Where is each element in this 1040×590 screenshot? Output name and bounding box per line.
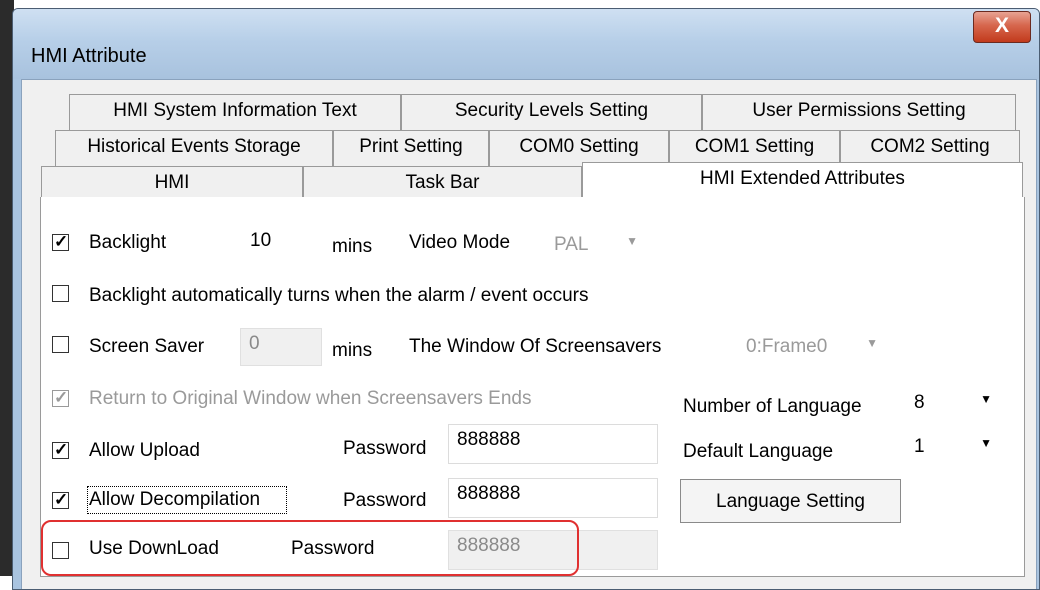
- tab-label: COM1 Setting: [694, 136, 815, 157]
- tab-hmi[interactable]: HMI: [41, 166, 303, 198]
- chevron-down-icon: ▼: [980, 436, 992, 450]
- tab-label: User Permissions Setting: [752, 100, 966, 121]
- tab-historical-events-storage[interactable]: Historical Events Storage: [55, 130, 333, 166]
- tab-hmi-system-information-text[interactable]: HMI System Information Text: [69, 94, 401, 130]
- tab-label: HMI System Information Text: [113, 100, 357, 121]
- allow-upload-password-input[interactable]: 888888: [448, 424, 658, 464]
- return-original-label: Return to Original Window when Screensav…: [89, 388, 532, 409]
- default-language-select[interactable]: 1 ▼: [906, 432, 998, 468]
- tab-print-setting[interactable]: Print Setting: [333, 130, 489, 166]
- tab-com0-setting[interactable]: COM0 Setting: [489, 130, 669, 166]
- tab-label: HMI: [154, 172, 190, 193]
- screen-saver-checkbox[interactable]: [52, 336, 69, 353]
- language-setting-button[interactable]: Language Setting: [680, 479, 901, 523]
- number-of-language-select[interactable]: 8 ▼: [906, 388, 998, 424]
- number-of-language-label: Number of Language: [683, 396, 862, 417]
- default-language-value: 1: [914, 436, 925, 457]
- checkmark-icon: ✓: [54, 490, 69, 509]
- backlight-alarm-checkbox[interactable]: [52, 285, 69, 302]
- allow-decompilation-checkbox[interactable]: ✓: [52, 490, 69, 509]
- backlight-unit-label: mins: [332, 236, 373, 257]
- tab-label: COM2 Setting: [870, 136, 990, 157]
- window-title: HMI Attribute: [31, 45, 147, 67]
- chevron-down-icon: ▼: [626, 234, 638, 248]
- tab-label: COM0 Setting: [519, 136, 639, 157]
- tab-label: Security Levels Setting: [454, 100, 649, 121]
- allow-upload-checkbox[interactable]: ✓: [52, 440, 69, 459]
- screen-saver-unit-label: mins: [332, 340, 373, 361]
- tab-label: Historical Events Storage: [87, 136, 301, 157]
- backlight-minutes-input[interactable]: 10: [242, 226, 322, 262]
- close-icon: X: [994, 14, 1009, 37]
- screensaver-window-value: 0:Frame0: [746, 336, 828, 357]
- chevron-down-icon: ▼: [866, 336, 878, 350]
- tab-com1-setting[interactable]: COM1 Setting: [669, 130, 840, 166]
- backlight-alarm-label: Backlight automatically turns when the a…: [89, 285, 589, 306]
- chevron-down-icon: ▼: [980, 392, 992, 406]
- checkmark-icon: ✓: [54, 388, 69, 407]
- video-mode-select[interactable]: PAL ▼: [546, 230, 644, 264]
- number-of-language-value: 8: [914, 392, 925, 413]
- tab-label: Task Bar: [405, 172, 480, 193]
- allow-decompilation-label: Allow Decompilation: [89, 489, 261, 510]
- tab-label: Print Setting: [359, 136, 463, 157]
- close-button[interactable]: X: [973, 11, 1031, 43]
- video-mode-value: PAL: [554, 234, 589, 255]
- tab-task-bar[interactable]: Task Bar: [303, 166, 582, 198]
- tab-label: HMI Extended Attributes: [700, 168, 905, 189]
- allow-upload-label: Allow Upload: [89, 440, 200, 461]
- tab-hmi-extended-attributes[interactable]: HMI Extended Attributes: [582, 162, 1023, 198]
- title-bar: HMI Attribute X: [13, 9, 1039, 79]
- checkmark-icon: ✓: [54, 232, 69, 251]
- tab-security-levels-setting[interactable]: Security Levels Setting: [401, 94, 702, 130]
- tab-com2-setting[interactable]: COM2 Setting: [840, 130, 1020, 166]
- allow-decompilation-password-input[interactable]: 888888: [448, 478, 658, 518]
- screensaver-window-label: The Window Of Screensavers: [409, 336, 662, 357]
- screen-saver-minutes-input[interactable]: 0: [240, 328, 322, 366]
- tab-user-permissions-setting[interactable]: User Permissions Setting: [702, 94, 1016, 130]
- backlight-checkbox[interactable]: ✓: [52, 232, 69, 251]
- screen-saver-label: Screen Saver: [89, 336, 205, 357]
- return-original-checkbox[interactable]: ✓: [52, 388, 69, 407]
- backlight-label: Backlight: [89, 232, 167, 253]
- checkmark-icon: ✓: [54, 440, 69, 459]
- video-mode-label: Video Mode: [409, 232, 511, 253]
- default-language-label: Default Language: [683, 441, 834, 462]
- screensaver-window-select[interactable]: 0:Frame0 ▼: [738, 332, 884, 366]
- allow-decompilation-password-label: Password: [343, 490, 427, 511]
- highlight-annotation: [41, 520, 579, 576]
- allow-upload-password-label: Password: [343, 438, 427, 459]
